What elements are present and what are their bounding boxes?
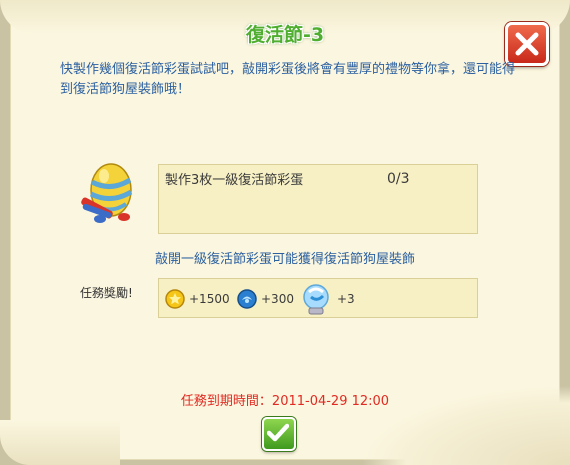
crystal-ball-icon: [303, 284, 329, 315]
reward-amount-gold: +1500: [189, 292, 230, 306]
dialog-title: 復活節-3: [245, 24, 325, 46]
task-name: 製作3枚一級復活節彩蛋: [165, 173, 304, 188]
confirm-button[interactable]: [262, 417, 296, 451]
experience-icon: [237, 289, 257, 309]
reward-item-experience: +300: [237, 279, 294, 319]
task-hint: 敲開一級復活節彩蛋可能獲得復活節狗屋裝飾: [154, 252, 415, 267]
quest-deadline: 任務到期時間：2011-04-29 12:00: [180, 394, 390, 409]
checkmark-icon: [267, 423, 289, 442]
task-progress: 0/3: [387, 171, 410, 187]
reward-item-crystal: +3: [299, 279, 355, 319]
parchment-curl-left: [0, 420, 120, 465]
reward-amount-experience: +300: [261, 292, 294, 306]
reward-amount-crystal: +3: [337, 292, 355, 306]
reward-label: 任務獎勵!: [80, 286, 133, 300]
quest-description: 快製作幾個復活節彩蛋試試吧，敲開彩蛋後將會有豐厚的禮物等你拿，還可能得到復活節狗…: [60, 62, 516, 97]
task-box: 製作3枚一級復活節彩蛋 0/3: [158, 164, 478, 234]
close-icon: [515, 32, 539, 56]
reward-box: +1500 +300 +3: [158, 278, 478, 318]
reward-item-gold: +1500: [165, 279, 230, 319]
gold-coin-icon: [165, 289, 185, 309]
easter-egg-icon: [81, 163, 133, 223]
